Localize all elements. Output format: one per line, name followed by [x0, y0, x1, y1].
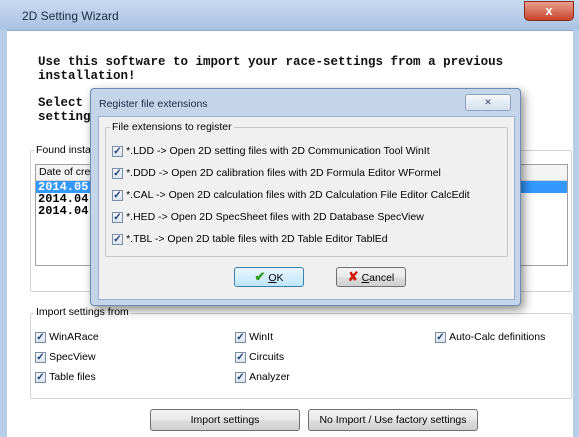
circuits-checkbox-row[interactable]: ✓ Circuits [235, 351, 284, 363]
extensions-group-label: File extensions to register [110, 121, 234, 133]
close-icon: x [545, 3, 553, 18]
ddd-label: *.DDD -> Open 2D calibration files with … [126, 167, 441, 180]
tbl-checkbox[interactable]: ✓ [112, 233, 123, 245]
cancel-rest: ancel [369, 272, 395, 284]
auto-calc-label: Auto-Calc definitions [449, 331, 546, 344]
dialog-close-button[interactable]: ✕ [465, 94, 511, 111]
register-extensions-dialog: Register file extensions ✕ File extensio… [90, 88, 521, 306]
import-settings-label: Import settings from [34, 306, 131, 318]
window-title: 2D Setting Wizard [22, 9, 119, 23]
table-files-label: Table files [49, 371, 96, 384]
select-line-1: Select t [38, 96, 99, 110]
window-frame-right [573, 30, 579, 437]
ldd-checkbox[interactable]: ✓ [112, 145, 123, 157]
window-close-button[interactable]: x [524, 1, 574, 21]
window-frame-left [0, 30, 7, 437]
checkmark-icon: ✔ [254, 269, 266, 284]
circuits-checkbox[interactable]: ✓ [235, 351, 246, 363]
ldd-label: *.LDD -> Open 2D setting files with 2D C… [126, 145, 430, 158]
intro-line-1: Use this software to import your race-se… [38, 55, 504, 69]
winit-label: WinIt [249, 331, 273, 344]
analyzer-checkbox-row[interactable]: ✓ Analyzer [235, 371, 290, 383]
analyzer-checkbox[interactable]: ✓ [235, 371, 246, 383]
cal-checkbox[interactable]: ✓ [112, 189, 123, 201]
table-files-checkbox-row[interactable]: ✓ Table files [35, 371, 96, 383]
dialog-title: Register file extensions [99, 98, 208, 110]
select-line-2: settings [38, 110, 99, 124]
found-installations-label: Found instal [34, 144, 96, 156]
close-icon: ✕ [484, 97, 492, 107]
cal-label: *.CAL -> Open 2D calculation files with … [126, 189, 470, 202]
dialog-content: File extensions to register ✓ *.LDD -> O… [98, 116, 515, 300]
hed-extension-row[interactable]: ✓ *.HED -> Open 2D SpecSheet files with … [112, 211, 424, 223]
ddd-checkbox[interactable]: ✓ [112, 167, 123, 179]
winit-checkbox[interactable]: ✓ [235, 331, 246, 343]
import-settings-group [30, 313, 572, 399]
cancel-x-icon: ✘ [347, 269, 359, 284]
installation-row[interactable]: 2014.05 [36, 181, 98, 193]
intro-line-2: installation! [38, 69, 136, 83]
ldd-extension-row[interactable]: ✓ *.LDD -> Open 2D setting files with 2D… [112, 145, 430, 157]
hed-label: *.HED -> Open 2D SpecSheet files with 2D… [126, 211, 424, 224]
tbl-label: *.TBL -> Open 2D table files with 2D Tab… [126, 233, 388, 246]
tbl-extension-row[interactable]: ✓ *.TBL -> Open 2D table files with 2D T… [112, 233, 388, 245]
window-title-bar[interactable]: 2D Setting Wizard [0, 0, 579, 31]
auto-calc-checkbox-row[interactable]: ✓ Auto-Calc definitions [435, 331, 545, 343]
import-settings-button[interactable]: Import settings [150, 409, 300, 431]
specview-checkbox[interactable]: ✓ [35, 351, 46, 363]
circuits-label: Circuits [249, 351, 285, 364]
winarace-checkbox[interactable]: ✓ [35, 331, 46, 343]
table-files-checkbox[interactable]: ✓ [35, 371, 46, 383]
winit-checkbox-row[interactable]: ✓ WinIt [235, 331, 273, 343]
cancel-button[interactable]: ✘ Cancel [336, 267, 406, 287]
ok-button[interactable]: ✔ OK [234, 267, 304, 287]
hed-checkbox[interactable]: ✓ [112, 211, 123, 223]
winarace-label: WinARace [49, 331, 99, 344]
winarace-checkbox-row[interactable]: ✓ WinARace [35, 331, 99, 343]
specview-checkbox-row[interactable]: ✓ SpecView [35, 351, 96, 363]
analyzer-label: Analyzer [249, 371, 290, 384]
auto-calc-checkbox[interactable]: ✓ [435, 331, 446, 343]
ddd-extension-row[interactable]: ✓ *.DDD -> Open 2D calibration files wit… [112, 167, 441, 179]
no-import-button[interactable]: No Import / Use factory settings [308, 409, 478, 431]
cal-extension-row[interactable]: ✓ *.CAL -> Open 2D calculation files wit… [112, 189, 470, 201]
ok-rest: K [276, 272, 284, 284]
date-column-header[interactable]: Date of cre [36, 166, 90, 178]
specview-label: SpecView [49, 351, 96, 364]
